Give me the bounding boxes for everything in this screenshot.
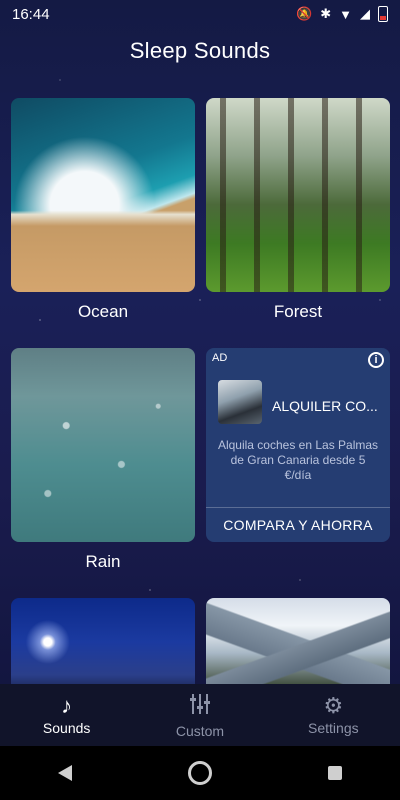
wifi-icon: ▼ (339, 6, 352, 22)
tab-sounds-label: Sounds (42, 720, 91, 736)
ad-cta-button[interactable]: COMPARA Y AHORRA (206, 507, 390, 542)
ocean-label: Ocean (77, 302, 129, 321)
ad-title: ALQUILER CO... (272, 398, 378, 414)
status-icons: 🔕 ✱ ▼ ◢ (296, 6, 388, 22)
tab-custom[interactable]: Custom (140, 692, 260, 739)
page-title: Sleep Sounds (129, 38, 271, 63)
home-icon[interactable] (188, 761, 212, 785)
info-icon[interactable]: i (368, 352, 384, 368)
ad-description: Alquila coches en Las Palmas de Gran Can… (217, 438, 379, 482)
tab-settings-label: Settings (308, 720, 359, 736)
tab-sounds[interactable]: ♪ Sounds (7, 693, 127, 737)
forest-label: Forest (273, 302, 323, 321)
forest-sound-card[interactable] (206, 98, 390, 292)
ad-card[interactable]: AD i ALQUILER CO... Alquila coches en La… (206, 348, 390, 542)
sliders-icon (189, 692, 211, 721)
battery-icon (378, 6, 388, 22)
signal-icon: ◢ (360, 6, 370, 21)
gear-icon: ⚙ (323, 693, 344, 718)
music-note-icon: ♪ (61, 693, 73, 718)
ad-image (218, 380, 262, 424)
bottom-tab-bar: ♪ Sounds Custom ⚙ Settings (0, 684, 400, 746)
tab-settings[interactable]: ⚙ Settings (273, 693, 393, 737)
back-icon[interactable] (58, 765, 72, 781)
bluetooth-icon: ✱ (320, 6, 332, 21)
rain-label: Rain (85, 552, 121, 571)
ad-tag: AD (212, 352, 228, 364)
status-time: 16:44 (12, 5, 50, 23)
tab-custom-label: Custom (175, 722, 225, 739)
status-bar: 16:44 🔕 ✱ ▼ ◢ (0, 0, 400, 28)
rain-sound-card[interactable] (11, 348, 195, 542)
recents-icon[interactable] (328, 766, 342, 780)
mute-icon: 🔕 (296, 6, 313, 21)
system-nav-bar (0, 746, 400, 800)
ocean-sound-card[interactable] (11, 98, 195, 292)
